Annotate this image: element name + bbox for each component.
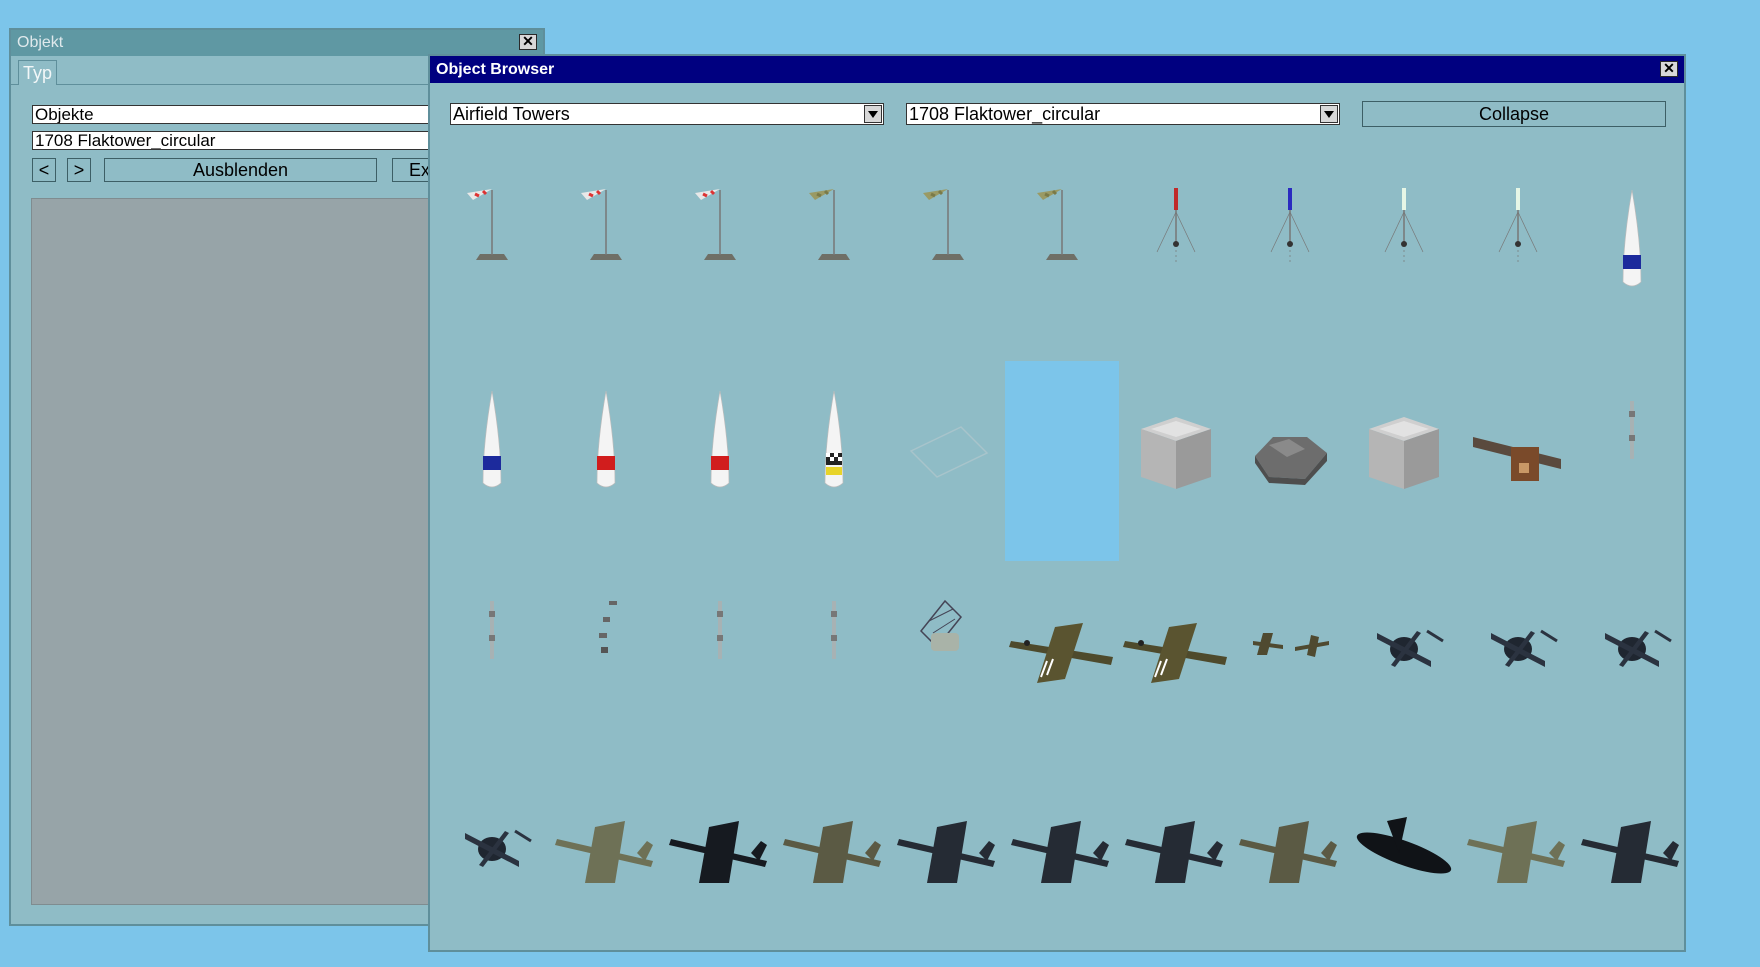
tiny-mast-icon[interactable]	[1575, 361, 1689, 561]
prop-fighter-dark-icon[interactable]	[891, 761, 1005, 961]
beacon-mast-green-icon[interactable]	[1347, 160, 1461, 360]
prop-fighter-camo-icon[interactable]	[1233, 761, 1347, 961]
prev-button[interactable]: <	[32, 158, 56, 182]
beacon-mast-blue-icon[interactable]	[1233, 160, 1347, 360]
flak-tower-square-icon[interactable]	[1119, 361, 1233, 561]
flak-tower-circular-icon[interactable]	[1233, 361, 1347, 561]
prop-fighter-camo-icon[interactable]	[777, 761, 891, 961]
prop-fighter-dark-icon[interactable]	[1005, 761, 1119, 961]
windsock-red-icon[interactable]	[435, 160, 549, 360]
jet-fighter-dark-icon[interactable]	[663, 761, 777, 961]
prop-fighter-dark-icon[interactable]	[1575, 761, 1689, 961]
tiny-mast-icon[interactable]	[777, 561, 891, 761]
helicopter-icon[interactable]	[1575, 561, 1689, 761]
windsock-olive-icon[interactable]	[1005, 160, 1119, 360]
air-race-pylon-red-icon[interactable]	[549, 361, 663, 561]
air-race-pylon-blue-icon[interactable]	[435, 361, 549, 561]
control-tower-wooden-icon[interactable]	[1461, 361, 1575, 561]
helicopter-icon[interactable]	[1347, 561, 1461, 761]
air-race-pylon-checkered-icon[interactable]	[777, 361, 891, 561]
air-race-pylon-blue-icon[interactable]	[1575, 160, 1689, 360]
small-aircraft-pair-icon[interactable]	[1233, 561, 1347, 761]
jet-fighter-camo-icon[interactable]	[1461, 761, 1575, 961]
objekt-close-icon[interactable]: ✕	[519, 34, 537, 50]
beacon-mast-red-icon[interactable]	[1119, 160, 1233, 360]
category-field[interactable]: Objekte	[32, 105, 452, 124]
tiny-mast-icon[interactable]	[663, 561, 777, 761]
objekt-title: Objekt	[17, 34, 64, 51]
next-button[interactable]: >	[67, 158, 91, 182]
flak-tower-square-icon[interactable]	[1347, 361, 1461, 561]
helicopter-icon[interactable]	[1461, 561, 1575, 761]
hide-button[interactable]: Ausblenden	[104, 158, 377, 182]
empty-slot-icon[interactable]	[1005, 361, 1119, 561]
windsock-red-icon[interactable]	[549, 160, 663, 360]
objekt-preview-panel	[31, 198, 453, 905]
thumbnail-grid	[430, 56, 1684, 950]
windsock-red-icon[interactable]	[663, 160, 777, 360]
object-browser-window: Object Browser ✕ Airfield Towers 1708 Fl…	[428, 54, 1686, 952]
scattered-debris-icon[interactable]	[549, 561, 663, 761]
radar-dish-icon[interactable]	[891, 561, 1005, 761]
aircraft-invasion-stripes-icon[interactable]	[1119, 561, 1233, 761]
jet-fighter-camo-icon[interactable]	[549, 761, 663, 961]
elliptical-wing-fighter-dark-icon[interactable]	[1347, 761, 1461, 961]
helicopter-icon[interactable]	[435, 761, 549, 961]
air-race-pylon-red-icon[interactable]	[663, 361, 777, 561]
windsock-olive-icon[interactable]	[891, 160, 1005, 360]
tiny-mast-icon[interactable]	[435, 561, 549, 761]
tab-typ[interactable]: Typ	[18, 60, 58, 85]
beacon-mast-green-icon[interactable]	[1461, 160, 1575, 360]
faint-outline-icon[interactable]	[891, 361, 1005, 561]
aircraft-invasion-stripes-icon[interactable]	[1005, 561, 1119, 761]
prop-fighter-dark-icon[interactable]	[1119, 761, 1233, 961]
object-field[interactable]: 1708 Flaktower_circular	[32, 131, 452, 150]
windsock-olive-icon[interactable]	[777, 160, 891, 360]
objekt-title-bar[interactable]: Objekt ✕	[11, 30, 543, 56]
